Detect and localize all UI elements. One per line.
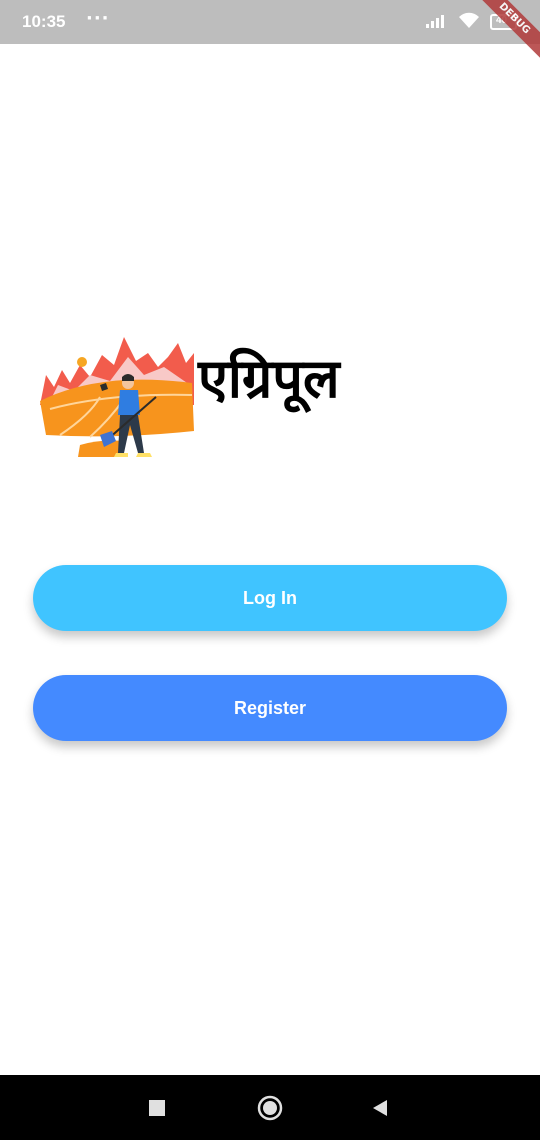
home-button[interactable] — [255, 1093, 285, 1123]
triangle-back-icon — [373, 1100, 387, 1116]
signal-icon — [426, 12, 448, 32]
square-icon — [149, 1100, 165, 1116]
login-button[interactable]: Log In — [33, 565, 507, 631]
status-bar: 10:35 ··· 40 DEBUG — [0, 0, 540, 68]
circle-icon — [257, 1095, 283, 1121]
recents-button[interactable] — [142, 1093, 172, 1123]
navigation-bar — [0, 1075, 540, 1140]
app-title: एग्रिपूल — [198, 347, 340, 410]
register-button[interactable]: Register — [33, 675, 507, 741]
notification-dots: ··· — [86, 8, 110, 29]
back-button[interactable] — [365, 1093, 395, 1123]
farmer-illustration — [40, 337, 194, 457]
wifi-icon — [458, 11, 480, 33]
status-time: 10:35 — [22, 12, 66, 31]
